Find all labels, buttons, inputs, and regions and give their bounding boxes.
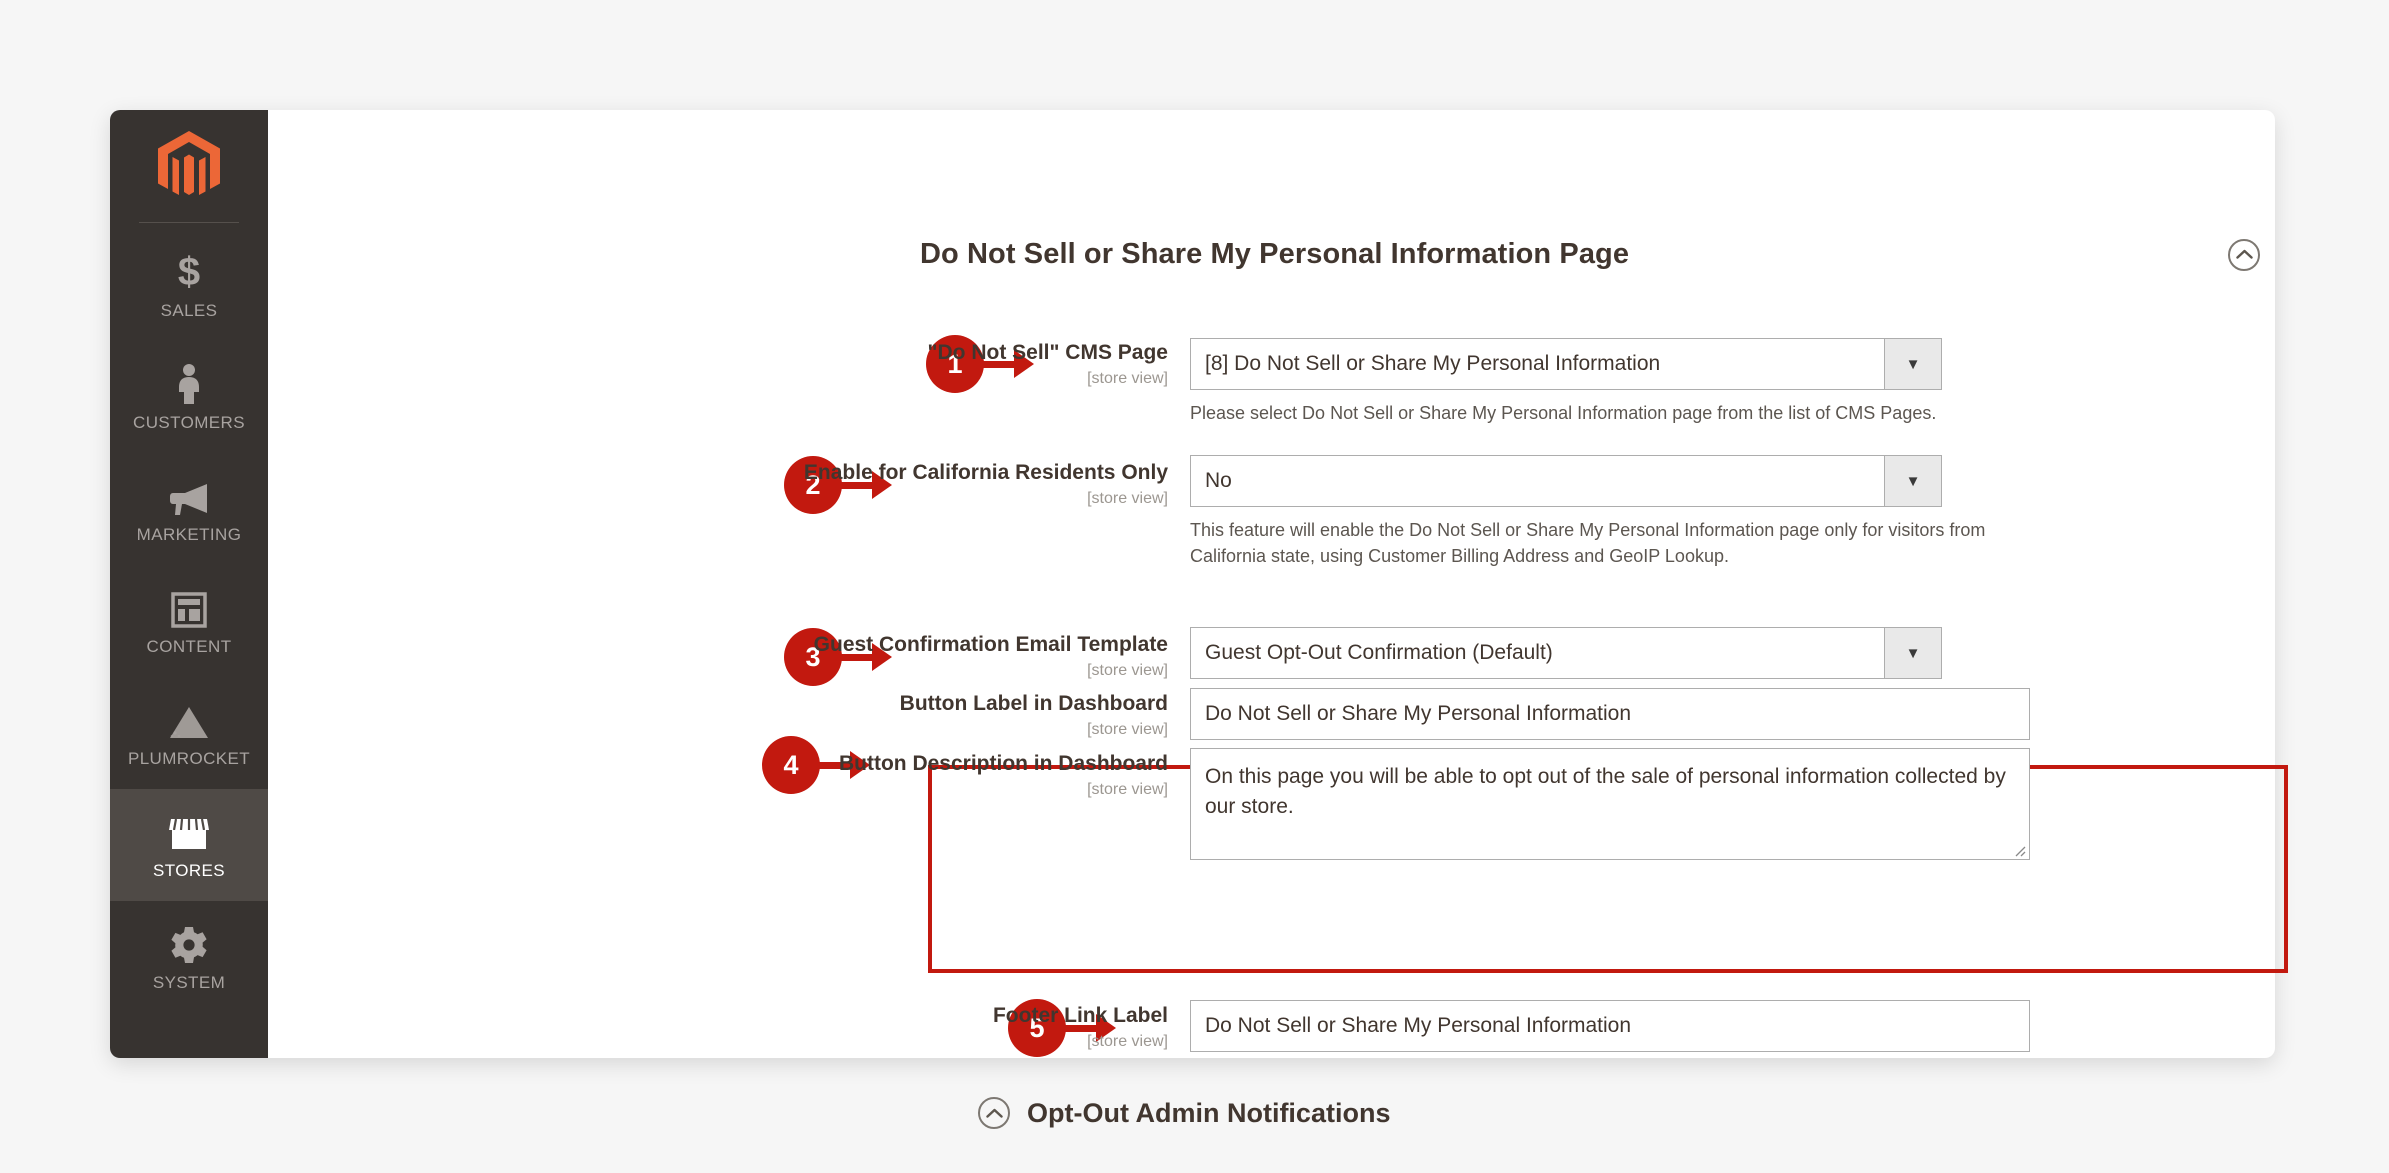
- sidebar-item-sales[interactable]: $ SALES: [110, 229, 268, 341]
- screenshot-root: $ SALES CUSTOMERS MARKETING CONTENT PLUM…: [0, 0, 2389, 1173]
- chevron-down-icon[interactable]: ▼: [1884, 456, 1941, 506]
- sidebar-item-label: PLUMROCKET: [127, 748, 251, 768]
- sidebar-divider: [139, 222, 239, 223]
- guest-email-template-value: Guest Opt-Out Confirmation (Default): [1205, 641, 1553, 664]
- sidebar-item-plumrocket[interactable]: PLUMROCKET: [110, 677, 268, 789]
- footer-link-label-input[interactable]: Do Not Sell or Share My Personal Informa…: [1190, 1000, 2030, 1052]
- button-label-label: Button Label in Dashboard [store view]: [632, 691, 1168, 741]
- california-only-hint: This feature will enable the Do Not Sell…: [1190, 520, 1986, 566]
- settings-content: Do Not Sell or Share My Personal Informa…: [268, 110, 2288, 1129]
- cms-page-select[interactable]: [8] Do Not Sell or Share My Personal Inf…: [1190, 338, 1942, 390]
- sidebar-item-label: MARKETING: [136, 524, 242, 544]
- cms-page-hint: Please select Do Not Sell or Share My Pe…: [1190, 403, 1937, 423]
- gear-icon: [170, 922, 208, 964]
- footer-link-label-label: Footer Link Label [store view]: [632, 1003, 1168, 1053]
- button-label-control: Do Not Sell or Share My Personal Informa…: [1190, 688, 2030, 740]
- page-title: Do Not Sell or Share My Personal Informa…: [920, 238, 1630, 270]
- scope-note: [store view]: [1087, 1033, 1168, 1050]
- sidebar-item-label: CUSTOMERS: [133, 412, 245, 432]
- guest-email-template-control: Guest Opt-Out Confirmation (Default) ▼: [1190, 627, 1942, 679]
- sidebar-item-content[interactable]: CONTENT: [110, 565, 268, 677]
- admin-sidebar: $ SALES CUSTOMERS MARKETING CONTENT PLUM…: [110, 110, 268, 1058]
- subsection-title: Opt-Out Admin Notifications: [1027, 1097, 1391, 1128]
- cms-page-value: [8] Do Not Sell or Share My Personal Inf…: [1205, 352, 1661, 375]
- sidebar-item-label: STORES: [153, 860, 225, 880]
- scope-note: [store view]: [1087, 781, 1168, 798]
- storefront-icon: [168, 810, 210, 852]
- button-description-label: Button Description in Dashboard [store v…: [632, 751, 1168, 801]
- dollar-icon: $: [177, 249, 201, 294]
- button-label-input[interactable]: Do Not Sell or Share My Personal Informa…: [1190, 688, 2030, 740]
- cms-page-label: "Do Not Sell" CMS Page [store view]: [632, 340, 1168, 390]
- magento-logo-icon[interactable]: [110, 110, 268, 222]
- button-description-control: On this page you will be able to opt out…: [1190, 748, 2030, 860]
- california-only-control: No ▼ This feature will enable the Do Not…: [1190, 455, 2030, 569]
- chevron-up-circle-icon[interactable]: [2228, 238, 2260, 271]
- cms-page-control: [8] Do Not Sell or Share My Personal Inf…: [1190, 338, 2030, 426]
- sidebar-item-customers[interactable]: CUSTOMERS: [110, 341, 268, 453]
- chevron-down-icon[interactable]: ▼: [1884, 339, 1941, 389]
- layout-icon: [171, 586, 207, 628]
- admin-panel-card: $ SALES CUSTOMERS MARKETING CONTENT PLUM…: [110, 110, 2288, 1129]
- guest-email-template-label: Guest Confirmation Email Template [store…: [632, 632, 1168, 682]
- california-only-value: No: [1205, 469, 1232, 492]
- california-only-label: Enable for California Residents Only [st…: [632, 460, 1168, 510]
- california-only-select[interactable]: No ▼: [1190, 455, 1942, 507]
- sidebar-item-marketing[interactable]: MARKETING: [110, 453, 268, 565]
- person-icon: [176, 362, 202, 404]
- scope-note: [store view]: [1087, 662, 1168, 679]
- pyramid-icon: [168, 698, 210, 740]
- button-description-textarea[interactable]: On this page you will be able to opt out…: [1190, 748, 2030, 860]
- scope-note: [store view]: [1087, 370, 1168, 387]
- resize-grip-icon[interactable]: [2012, 843, 2026, 857]
- sidebar-item-label: SYSTEM: [152, 972, 226, 992]
- footer-link-label-value: Do Not Sell or Share My Personal Informa…: [1205, 1014, 1632, 1037]
- megaphone-icon: [169, 474, 209, 516]
- scope-note: [store view]: [1087, 721, 1168, 738]
- section-header: Do Not Sell or Share My Personal Informa…: [920, 238, 2260, 271]
- scope-note: [store view]: [1087, 490, 1168, 507]
- sidebar-item-label: CONTENT: [146, 636, 232, 656]
- button-description-value: On this page you will be able to opt out…: [1205, 765, 2006, 818]
- guest-email-template-select[interactable]: Guest Opt-Out Confirmation (Default) ▼: [1190, 627, 1942, 679]
- chevron-up-circle-icon[interactable]: [978, 1097, 1010, 1129]
- subsection-opt-out-admin-notifications[interactable]: Opt-Out Admin Notifications: [978, 1097, 1390, 1129]
- sidebar-item-stores[interactable]: STORES: [110, 789, 268, 901]
- footer-link-label-control: Do Not Sell or Share My Personal Informa…: [1190, 1000, 2030, 1052]
- sidebar-item-label: SALES: [160, 300, 218, 320]
- chevron-down-icon[interactable]: ▼: [1884, 628, 1941, 678]
- button-label-value: Do Not Sell or Share My Personal Informa…: [1205, 702, 1632, 725]
- sidebar-item-system[interactable]: SYSTEM: [110, 901, 268, 1013]
